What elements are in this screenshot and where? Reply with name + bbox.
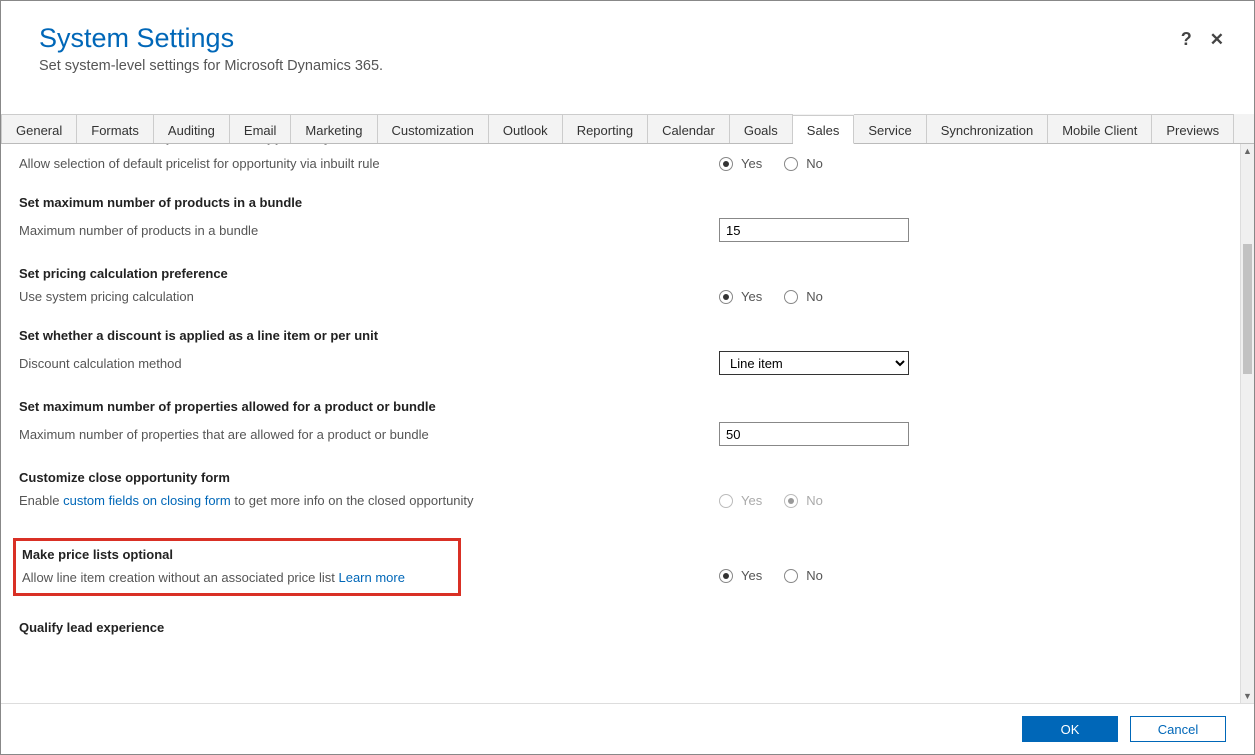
section-max-bundle-heading: Set maximum number of products in a bund… [19, 195, 1240, 210]
section-default-pricelist-heading: Set whether the default pricelist for an… [19, 144, 1240, 148]
control-close-opp: Yes No [719, 493, 979, 508]
row-max-bundle: Maximum number of products in a bundle [19, 218, 1240, 242]
tab-outlook[interactable]: Outlook [489, 114, 563, 143]
section-max-properties-heading: Set maximum number of properties allowed… [19, 399, 1240, 414]
radio-label-yes: Yes [741, 156, 762, 171]
tab-sales[interactable]: Sales [793, 115, 855, 144]
help-icon[interactable]: ? [1181, 29, 1192, 50]
radio-close-opp-no: No [784, 493, 823, 508]
row-discount: Discount calculation method Line item [19, 351, 1240, 375]
tab-general[interactable]: General [1, 114, 77, 143]
row-price-list-optional: Make price lists optional Allow line ite… [19, 538, 1240, 596]
control-price-list-optional: Yes No [719, 568, 979, 583]
radio-default-pricelist-no[interactable]: No [784, 156, 823, 171]
tab-calendar[interactable]: Calendar [648, 114, 730, 143]
tab-formats[interactable]: Formats [77, 114, 154, 143]
tab-mobile-client[interactable]: Mobile Client [1048, 114, 1152, 143]
label-price-list-optional: Allow line item creation without an asso… [22, 570, 452, 585]
label-pricing-pref: Use system pricing calculation [19, 289, 719, 304]
section-discount-heading: Set whether a discount is applied as a l… [19, 328, 1240, 343]
content-area: Set whether the default pricelist for an… [1, 144, 1254, 704]
section-pricing-pref-heading: Set pricing calculation preference [19, 266, 1240, 281]
tab-previews[interactable]: Previews [1152, 114, 1234, 143]
radio-label-no: No [806, 156, 823, 171]
input-max-properties[interactable] [719, 422, 909, 446]
radio-label-no: No [806, 289, 823, 304]
control-max-bundle [719, 218, 979, 242]
tab-reporting[interactable]: Reporting [563, 114, 648, 143]
label-close-opp: Enable custom fields on closing form to … [19, 493, 719, 508]
system-settings-dialog: System Settings Set system-level setting… [0, 0, 1255, 755]
label-default-pricelist: Allow selection of default pricelist for… [19, 156, 719, 171]
link-custom-fields[interactable]: custom fields on closing form [63, 493, 231, 508]
radio-label-yes: Yes [741, 568, 762, 583]
row-close-opp: Enable custom fields on closing form to … [19, 493, 1240, 508]
control-pricing-pref: Yes No [719, 289, 979, 304]
radio-pricing-pref-yes[interactable]: Yes [719, 289, 762, 304]
section-qualify-lead-heading: Qualify lead experience [19, 620, 1240, 635]
settings-panel: Set whether the default pricelist for an… [1, 144, 1240, 703]
label-max-properties: Maximum number of properties that are al… [19, 427, 719, 442]
select-discount-method[interactable]: Line item [719, 351, 909, 375]
tab-synchronization[interactable]: Synchronization [927, 114, 1049, 143]
scrollbar-thumb[interactable] [1243, 244, 1252, 374]
radio-price-list-optional-no[interactable]: No [784, 568, 823, 583]
tab-email[interactable]: Email [230, 114, 292, 143]
label-max-bundle: Maximum number of products in a bundle [19, 223, 719, 238]
scrollbar-up-icon[interactable]: ▲ [1241, 144, 1254, 158]
control-max-properties [719, 422, 979, 446]
radio-label-no: No [806, 568, 823, 583]
label-discount: Discount calculation method [19, 356, 719, 371]
highlight-price-list-optional: Make price lists optional Allow line ite… [13, 538, 461, 596]
row-max-properties: Maximum number of properties that are al… [19, 422, 1240, 446]
cancel-button[interactable]: Cancel [1130, 716, 1226, 742]
close-icon[interactable]: ✕ [1210, 30, 1224, 50]
control-default-pricelist: Yes No [719, 156, 979, 171]
radio-pricing-pref-no[interactable]: No [784, 289, 823, 304]
radio-label-yes: Yes [741, 493, 762, 508]
tab-customization[interactable]: Customization [378, 114, 489, 143]
price-list-optional-desc: Allow line item creation without an asso… [22, 570, 338, 585]
tab-goals[interactable]: Goals [730, 114, 793, 143]
ok-button[interactable]: OK [1022, 716, 1118, 742]
close-opp-suffix: to get more info on the closed opportuni… [231, 493, 474, 508]
tab-service[interactable]: Service [854, 114, 926, 143]
tab-marketing[interactable]: Marketing [291, 114, 377, 143]
header-actions: ? ✕ [1181, 29, 1224, 50]
radio-label-no: No [806, 493, 823, 508]
page-title: System Settings [39, 23, 1224, 54]
row-default-pricelist: Allow selection of default pricelist for… [19, 156, 1240, 171]
section-close-opp-heading: Customize close opportunity form [19, 470, 1240, 485]
section-price-list-optional-heading: Make price lists optional [22, 547, 452, 562]
control-discount: Line item [719, 351, 979, 375]
vertical-scrollbar[interactable]: ▲ ▼ [1240, 144, 1254, 703]
scrollbar-down-icon[interactable]: ▼ [1241, 689, 1254, 703]
label-price-list-optional-wrap: Make price lists optional Allow line ite… [19, 538, 719, 596]
radio-label-yes: Yes [741, 289, 762, 304]
tab-auditing[interactable]: Auditing [154, 114, 230, 143]
radio-price-list-optional-yes[interactable]: Yes [719, 568, 762, 583]
radio-close-opp-yes: Yes [719, 493, 762, 508]
row-pricing-pref: Use system pricing calculation Yes No [19, 289, 1240, 304]
dialog-footer: OK Cancel [1, 704, 1254, 754]
radio-default-pricelist-yes[interactable]: Yes [719, 156, 762, 171]
page-subtitle: Set system-level settings for Microsoft … [39, 58, 1224, 74]
link-learn-more[interactable]: Learn more [338, 570, 404, 585]
dialog-header: System Settings Set system-level setting… [1, 1, 1254, 84]
tab-strip: General Formats Auditing Email Marketing… [1, 114, 1254, 144]
input-max-bundle[interactable] [719, 218, 909, 242]
close-opp-prefix: Enable [19, 493, 63, 508]
